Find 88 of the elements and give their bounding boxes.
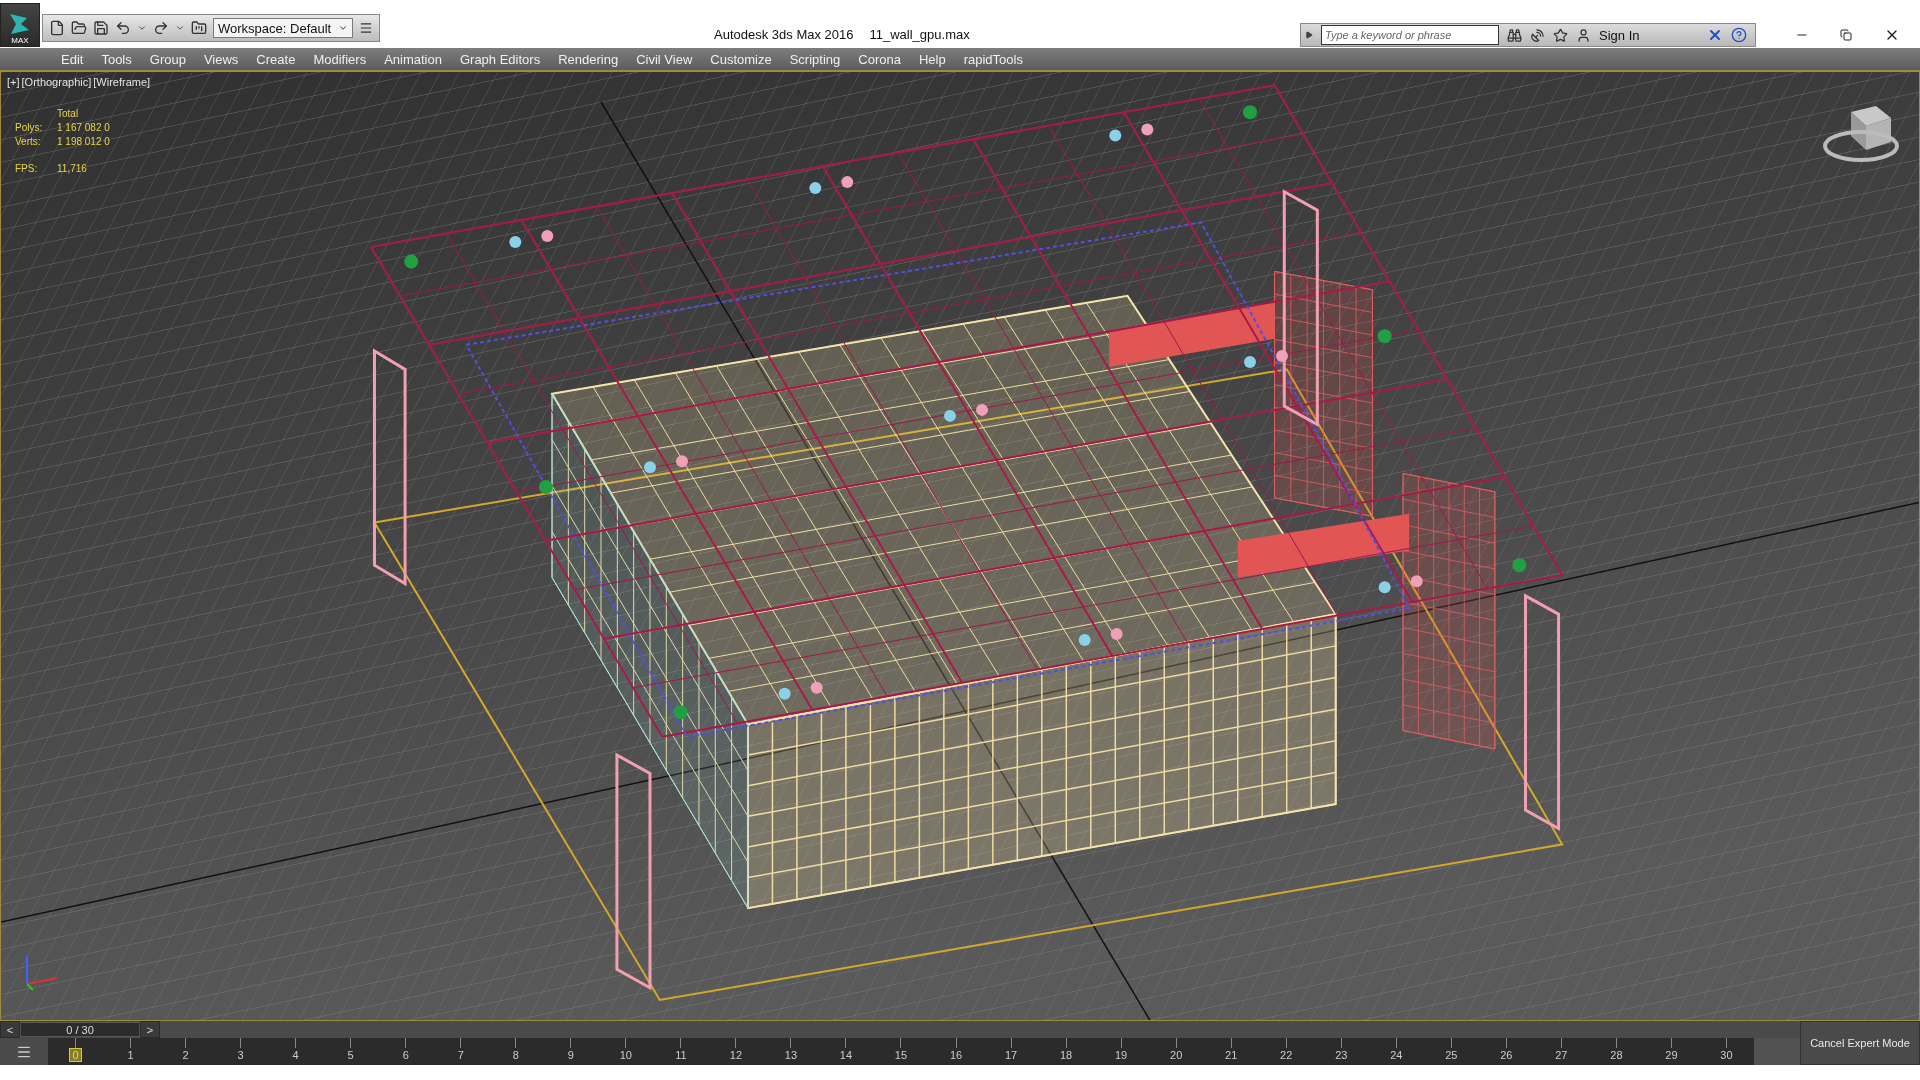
frame-tick[interactable]: 21 [1222,1048,1241,1062]
frame-tick[interactable]: 22 [1277,1048,1296,1062]
window-title: Autodesk 3ds Max 2016 [714,27,854,42]
frame-tick[interactable]: 25 [1442,1048,1461,1062]
menu-item[interactable]: Animation [375,51,451,67]
toolbar-menu-icon[interactable] [359,21,373,35]
frame-tick[interactable]: 2 [179,1048,192,1062]
stats-selected: 0 [103,136,111,147]
stats-total: 1 167 082 [57,122,102,133]
menu-item[interactable]: Help [909,51,955,67]
frame-tick[interactable]: 13 [781,1048,801,1062]
project-folder-icon[interactable] [191,20,207,36]
viewport-label[interactable]: [Wireframe] [93,76,151,88]
frame-tick[interactable]: 14 [836,1048,856,1062]
frame-tick[interactable]: 30 [1717,1048,1736,1062]
stats-header: Total [57,108,80,119]
menu-item[interactable]: Tools [92,51,141,67]
menu-item[interactable]: Graph Editors [450,51,550,67]
frame-tick[interactable]: 17 [1001,1048,1021,1062]
frame-tick[interactable]: 1 [124,1048,137,1062]
time-slider-thumb[interactable]: 0 / 30 [20,1022,140,1037]
open-folder-icon[interactable] [71,20,87,36]
frame-tick[interactable]: 9 [564,1048,577,1062]
frame-tick[interactable]: 11 [672,1048,690,1062]
expand-icon[interactable] [1305,31,1313,39]
menu-item[interactable]: Create [247,51,305,67]
caret-icon [338,23,348,33]
frame-tick[interactable]: 16 [946,1048,966,1062]
sign-in-link[interactable]: Sign In [1599,27,1640,43]
frame-tick[interactable]: 3 [234,1048,247,1062]
frame-tick[interactable]: 24 [1387,1048,1406,1062]
stats-label: Polys: [15,122,44,133]
frame-tick[interactable]: 15 [891,1048,911,1062]
stats-total: 1 198 012 [57,136,102,147]
workspace-dropdown[interactable]: Workspace: Default [213,18,353,38]
caret-icon[interactable] [137,23,147,33]
frame-tick[interactable]: 20 [1167,1048,1186,1062]
menu-item[interactable]: Corona [849,51,910,67]
file-name: 11_wall_gpu.max [869,27,970,42]
frame-tick[interactable]: 4 [289,1048,302,1062]
frame-tick[interactable]: 19 [1112,1048,1131,1062]
new-file-icon[interactable] [49,20,65,36]
frame-tick[interactable]: 18 [1056,1048,1076,1062]
caret-icon[interactable] [175,23,185,33]
menu-item[interactable]: Scripting [780,51,850,67]
satellite-dish-icon[interactable] [1530,27,1545,43]
viewport-label[interactable]: [+] [7,76,20,88]
logo-label: MAX [11,36,29,46]
search-field[interactable]: Type a keyword or phrase [1321,25,1499,45]
stats-label: Verts: [15,136,42,147]
save-icon[interactable] [93,20,109,36]
frame-tick[interactable]: 28 [1607,1048,1626,1062]
previous-frame-button[interactable]: < [0,1021,20,1038]
menu-item[interactable]: Rendering [549,51,628,67]
menu-item[interactable]: Views [194,51,248,67]
binoculars-icon[interactable] [1507,27,1522,43]
user-icon[interactable] [1576,27,1591,43]
fps-value: 11,716 [57,163,88,174]
frame-tick[interactable]: 8 [509,1048,522,1062]
frame-tick[interactable]: 6 [399,1048,412,1062]
frame-tick[interactable]: 12 [726,1048,745,1062]
menu-item[interactable]: Group [140,51,195,67]
frame-tick[interactable]: 10 [616,1048,635,1062]
menu-item[interactable]: rapidTools [954,51,1032,67]
frame-tick[interactable]: 23 [1332,1048,1351,1062]
next-frame-button[interactable]: > [140,1021,160,1038]
key-filter-icon[interactable] [0,1038,48,1065]
app-logo[interactable]: MAX [0,3,40,47]
menu-item[interactable]: Edit [52,51,93,67]
track-bar[interactable]: 0 1 2 3 4 5 6 7 8 9 10 11 12 13 14 15 16 17 18 19 20 21 22 23 24 25 26 27 28 29 30 [48,1038,1754,1065]
frame-tick[interactable]: 27 [1552,1048,1571,1062]
fps-label: FPS: [15,163,39,174]
cancel-expert-mode-button[interactable]: Cancel Expert Mode [1800,1021,1920,1065]
stats-selected: 0 [103,122,111,133]
frame-tick[interactable]: 26 [1497,1048,1516,1062]
menu-item[interactable]: Civil View [627,51,702,67]
frame-tick[interactable]: 5 [344,1048,357,1062]
redo-icon[interactable] [153,20,169,36]
viewport[interactable]: [+] [Orthographic] [Wireframe] Total Polys: 1 167 082 0 Verts: 1 198 012 0 FPS: 11,716 [0,71,1920,1021]
star-icon[interactable] [1553,27,1568,43]
undo-icon[interactable] [115,20,131,36]
frame-tick[interactable]: 29 [1662,1048,1681,1062]
menu-item[interactable]: Modifiers [304,51,376,67]
viewport-label[interactable]: [Orthographic] [21,76,92,88]
help-icon[interactable] [1731,27,1748,43]
restore-icon [1840,29,1852,41]
menu-item[interactable]: Customize [701,51,781,67]
frame-tick[interactable]: 7 [454,1048,467,1062]
